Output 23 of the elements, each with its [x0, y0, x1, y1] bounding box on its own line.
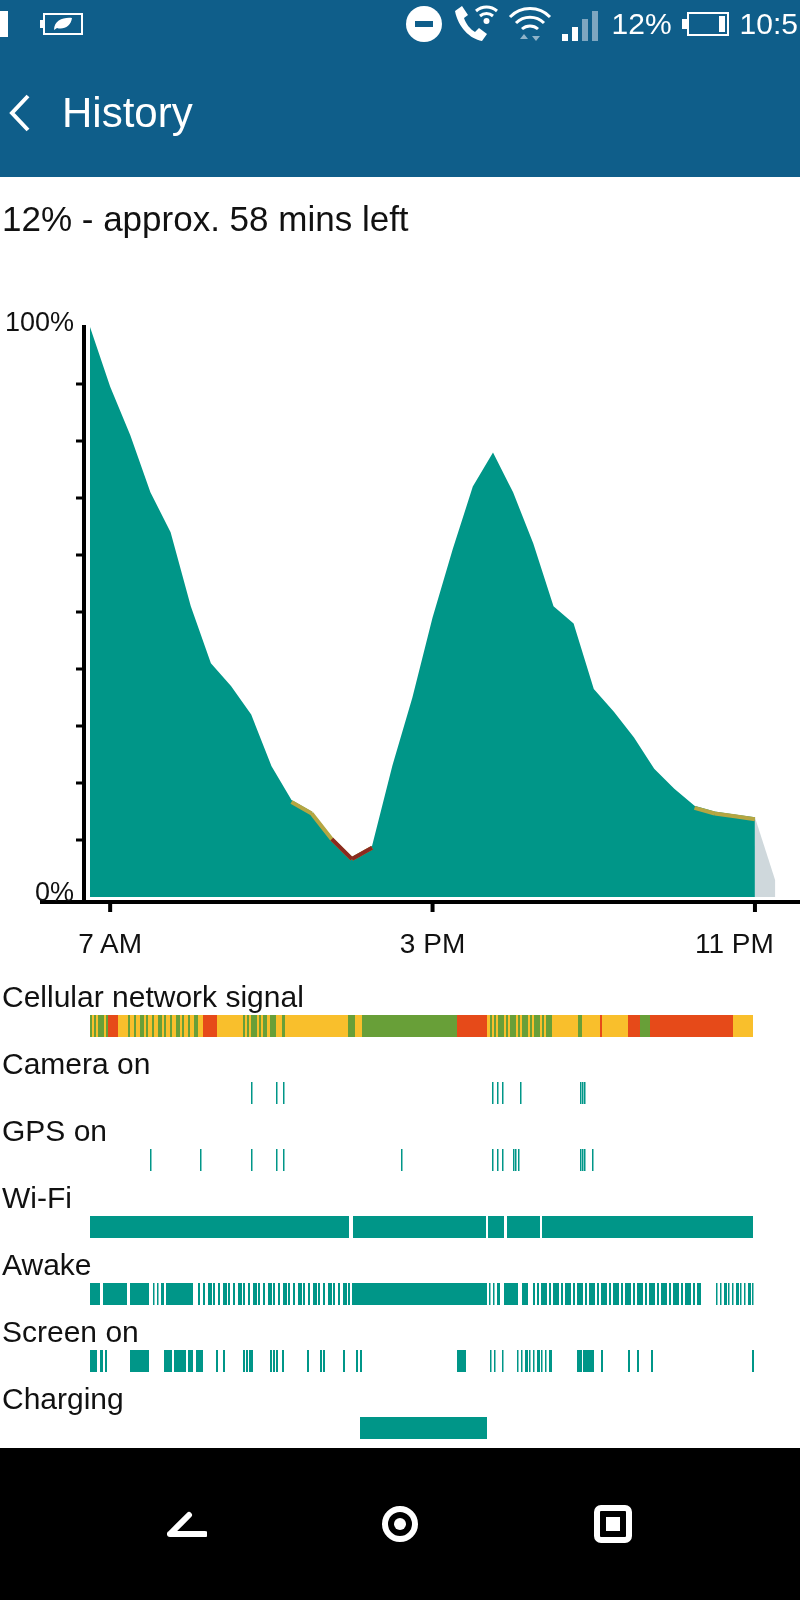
battery-percentage: 12%: [611, 6, 672, 41]
clock: 10:5: [739, 6, 798, 41]
do-not-disturb-icon: [405, 5, 442, 42]
timeline-label: Awake: [1, 1246, 92, 1283]
timeline-label: Camera on: [1, 1045, 151, 1082]
y-tick-label: 0%: [34, 876, 74, 907]
chevron-left-icon: [8, 92, 32, 133]
timeline-label: Cellular network signal: [1, 978, 304, 1015]
back-icon: [166, 1510, 207, 1537]
battery-saver-icon: [40, 11, 84, 36]
timeline-label: Wi-Fi: [1, 1179, 72, 1216]
timeline-label: GPS on: [1, 1112, 108, 1149]
battery-summary: 12% - approx. 58 mins left: [1, 198, 410, 241]
screen-title: History: [62, 88, 193, 137]
timeline-label: Screen on: [1, 1313, 139, 1350]
home-icon: [380, 1503, 420, 1544]
timeline-label: Charging: [1, 1380, 124, 1417]
x-tick-label: 11 PM: [694, 927, 774, 959]
recents-icon: [594, 1504, 633, 1543]
y-tick-label: 100%: [4, 306, 74, 337]
x-tick-label: 7 AM: [78, 927, 143, 959]
battery-icon: [681, 10, 730, 37]
x-tick-label: 3 PM: [399, 927, 466, 959]
